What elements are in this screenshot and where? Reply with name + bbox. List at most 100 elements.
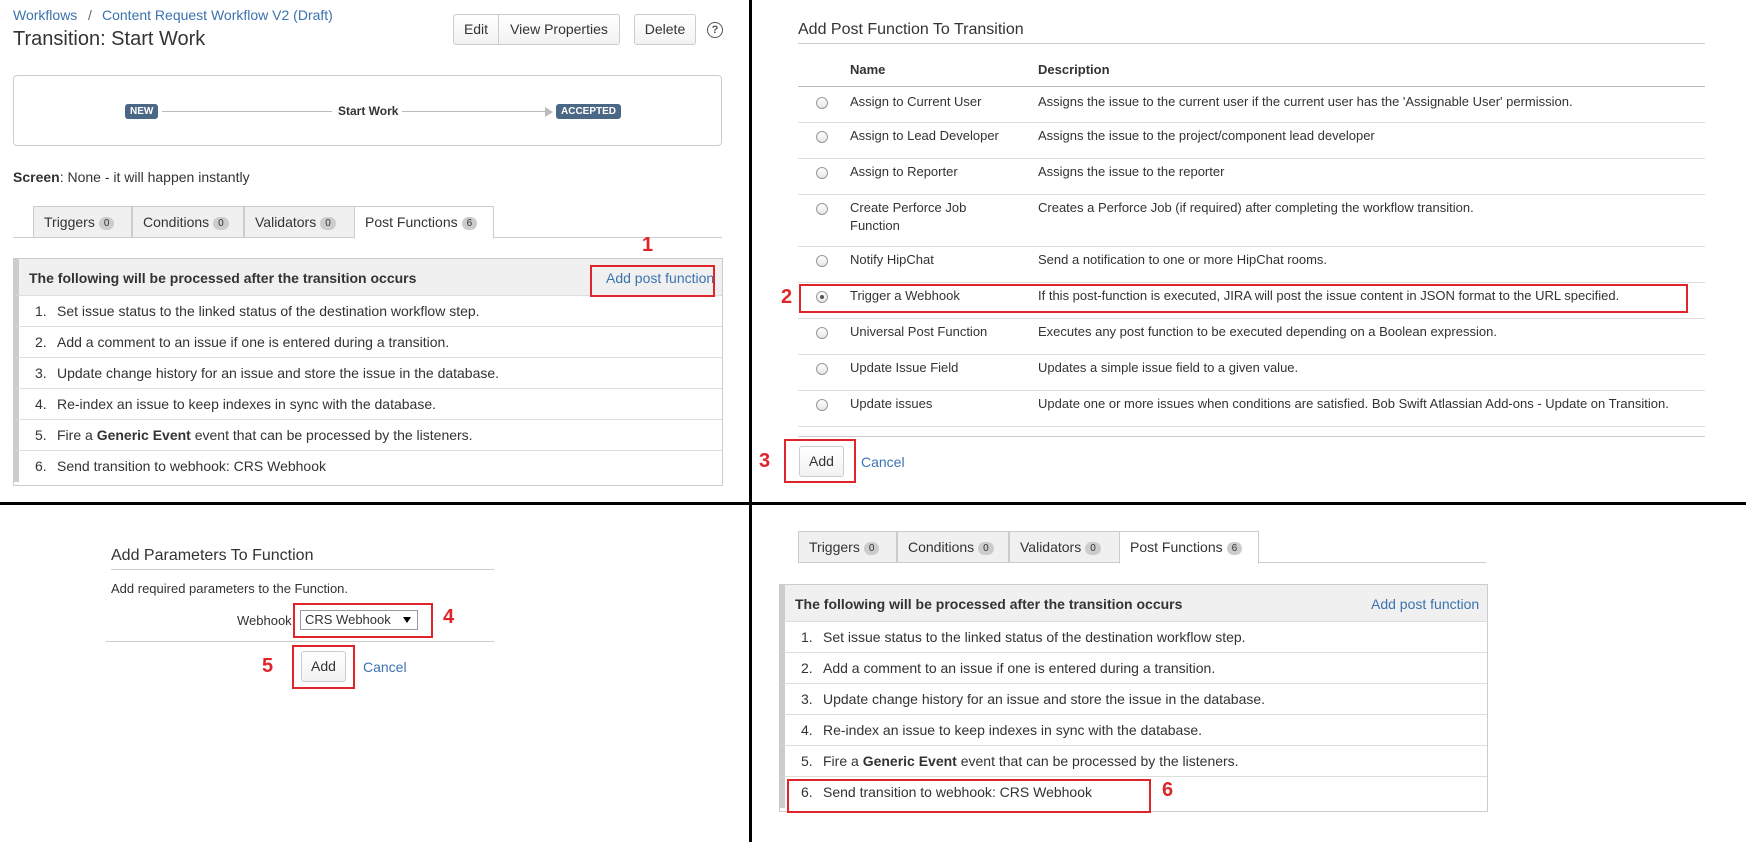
- item-number: 5.: [35, 427, 47, 443]
- parameters-separator: [106, 641, 494, 642]
- item-number: 2.: [801, 660, 813, 676]
- tab-conditions-result[interactable]: Conditions 0: [897, 531, 1009, 563]
- tab-label: Post Functions: [365, 214, 458, 230]
- function-radio[interactable]: [816, 131, 828, 143]
- webhook-label: Webhook: [237, 613, 292, 628]
- post-functions-heading: The following will be processed after th…: [795, 596, 1183, 612]
- function-row[interactable]: Assign to Current User Assigns the issue …: [798, 88, 1705, 123]
- function-radio[interactable]: [816, 399, 828, 411]
- function-radio[interactable]: [816, 97, 828, 109]
- status-to-lozenge: ACCEPTED: [556, 104, 622, 119]
- function-description: Assigns the issue to the current user if…: [1038, 94, 1573, 109]
- item-text-post: event that can be processed by the liste…: [190, 427, 473, 443]
- item-text-bold: Generic Event: [96, 427, 191, 443]
- item-number: 1.: [35, 303, 47, 319]
- function-name: Update issues: [850, 396, 933, 411]
- column-header-description: Description: [1038, 62, 1110, 77]
- tab-label: Post Functions: [1130, 539, 1223, 555]
- function-name: Create Perforce Job Function: [850, 200, 967, 233]
- highlight-add-button: [784, 439, 856, 483]
- breadcrumb-workflow-link[interactable]: Content Request Workflow V2 (Draft): [102, 7, 333, 23]
- function-radio[interactable]: [816, 255, 828, 267]
- tab-count: 0: [213, 217, 229, 230]
- screen-info: Screen: None - it will happen instantly: [13, 169, 250, 185]
- tab-triggers-result[interactable]: Triggers 0: [798, 531, 897, 563]
- view-properties-button[interactable]: View Properties: [498, 14, 620, 45]
- item-text-pre: Fire a: [57, 427, 97, 443]
- item-text-pre: Fire a: [823, 753, 863, 769]
- function-row[interactable]: Assign to Lead Developer Assigns the issu…: [798, 122, 1705, 159]
- item-number: 1.: [801, 629, 813, 645]
- cancel-function-link[interactable]: Cancel: [861, 454, 905, 470]
- function-description: Executes any post function to be execute…: [1038, 324, 1497, 339]
- tab-validators-result[interactable]: Validators 0: [1009, 531, 1120, 563]
- delete-button[interactable]: Delete: [634, 14, 696, 45]
- vertical-divider: [749, 0, 752, 842]
- header-underline: [798, 86, 1705, 87]
- function-row[interactable]: Assign to Reporter Assigns the issue to t…: [798, 158, 1705, 195]
- function-name: Assign to Lead Developer: [850, 128, 999, 143]
- step-marker-3: 3: [759, 450, 771, 472]
- function-row[interactable]: Create Perforce Job Function Creates a Pe…: [798, 194, 1705, 247]
- item-number: 2.: [35, 334, 47, 350]
- edit-button[interactable]: Edit: [453, 14, 499, 45]
- tab-count: 0: [1085, 542, 1101, 555]
- item-text: Send transition to webhook: CRS Webhook: [57, 458, 327, 474]
- tab-triggers[interactable]: Triggers 0: [33, 206, 132, 238]
- tab-validators[interactable]: Validators 0: [244, 206, 355, 238]
- parameters-description: Add required parameters to the Function.: [111, 581, 349, 596]
- item-text: Set issue status to the linked status of…: [57, 303, 480, 319]
- page-title: Transition: Start Work: [13, 28, 206, 50]
- post-functions-header: The following will be processed after th…: [780, 585, 1487, 622]
- post-function-item: 2. Add a comment to an issue if one is en…: [14, 327, 722, 358]
- function-description: Creates a Perforce Job (if required) aft…: [1038, 200, 1474, 215]
- highlight-new-webhook-item: [787, 779, 1151, 813]
- step-marker-6: 6: [1162, 779, 1174, 801]
- add-post-function-link[interactable]: Add post function: [1371, 596, 1479, 612]
- tab-conditions[interactable]: Conditions 0: [132, 206, 244, 238]
- function-radio[interactable]: [816, 327, 828, 339]
- horizontal-divider: [0, 502, 1746, 505]
- breadcrumb-workflows-link[interactable]: Workflows: [13, 7, 77, 23]
- post-function-item: 2. Add a comment to an issue if one is en…: [780, 653, 1487, 684]
- function-name: Assign to Current User: [850, 94, 982, 109]
- function-radio[interactable]: [816, 363, 828, 375]
- diagram-arrow-icon: [545, 107, 553, 117]
- function-row[interactable]: Update issues Update one or more issues w…: [798, 390, 1705, 427]
- tab-label: Triggers: [44, 214, 95, 230]
- tab-post-functions[interactable]: Post Functions 6: [354, 206, 494, 239]
- function-description: Send a notification to one or more HipCh…: [1038, 252, 1328, 267]
- tab-count: 0: [320, 217, 336, 230]
- tab-label: Validators: [255, 214, 317, 230]
- function-row[interactable]: Universal Post Function Executes any post…: [798, 318, 1705, 355]
- add-post-function-title: Add Post Function To Transition: [798, 21, 1024, 38]
- diagram-transition-name: Start Work: [338, 104, 399, 118]
- function-description: Update one or more issues when condition…: [1038, 396, 1669, 411]
- breadcrumb-separator: /: [88, 7, 92, 23]
- function-name: Assign to Reporter: [850, 164, 958, 179]
- diagram-line-right: [402, 111, 547, 112]
- tab-count: 0: [98, 217, 115, 230]
- function-row[interactable]: Notify HipChat Send a notification to one…: [798, 246, 1705, 283]
- function-row[interactable]: Update Issue Field Updates a simple issue…: [798, 354, 1705, 391]
- diagram-line-left: [162, 111, 332, 112]
- post-functions-panel-result: The following will be processed after th…: [779, 584, 1488, 812]
- cancel-parameters-link[interactable]: Cancel: [363, 659, 407, 675]
- step-marker-1: 1: [642, 234, 654, 256]
- item-number: 5.: [801, 753, 813, 769]
- status-from-lozenge: NEW: [125, 104, 159, 119]
- help-icon[interactable]: ?: [707, 22, 723, 38]
- tab-label: Triggers: [809, 539, 860, 555]
- item-number: 6.: [35, 458, 47, 474]
- item-text-bold: Generic Event: [862, 753, 957, 769]
- highlight-webhook-select: [293, 603, 433, 638]
- parameters-title-underline: [111, 569, 494, 570]
- tab-count: 6: [461, 217, 478, 230]
- function-radio[interactable]: [816, 203, 828, 215]
- function-radio[interactable]: [816, 167, 828, 179]
- screen-label: Screen: [13, 169, 60, 185]
- highlight-add-parameters: [292, 645, 355, 689]
- item-text: Update change history for an issue and s…: [57, 365, 500, 381]
- item-text-post: event that can be processed by the liste…: [956, 753, 1239, 769]
- tab-post-functions-result[interactable]: Post Functions 6: [1119, 531, 1259, 564]
